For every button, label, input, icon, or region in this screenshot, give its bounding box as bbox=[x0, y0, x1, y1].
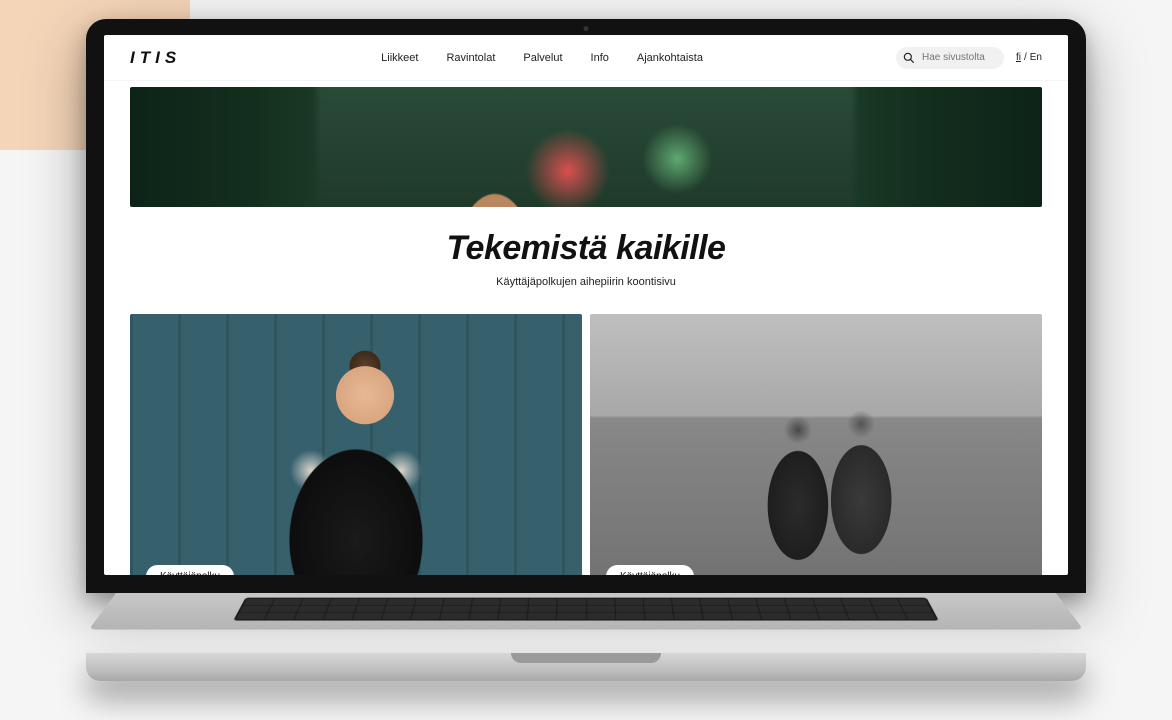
laptop-screen-bezel: ITIS Liikkeet Ravintolat Palvelut Info A… bbox=[86, 19, 1086, 593]
lang-fi[interactable]: fi bbox=[1016, 52, 1021, 63]
card-grid: Käyttäjäpolku Käyttäjäpolku bbox=[104, 314, 1068, 575]
language-switcher: fi / En bbox=[1016, 52, 1042, 63]
page-title: Tekemistä kaikille bbox=[104, 229, 1068, 268]
card-user-journey-2[interactable]: Käyttäjäpolku bbox=[590, 314, 1042, 575]
header-right-tools: fi / En bbox=[896, 47, 1042, 69]
laptop-keyboard bbox=[233, 598, 939, 621]
search-field-wrap[interactable] bbox=[896, 47, 1004, 69]
site-logo[interactable]: ITIS bbox=[130, 48, 181, 68]
laptop-base bbox=[86, 653, 1086, 681]
site-header: ITIS Liikkeet Ravintolat Palvelut Info A… bbox=[104, 35, 1068, 81]
card-badge[interactable]: Käyttäjäpolku bbox=[606, 565, 694, 575]
lang-separator: / bbox=[1024, 52, 1027, 63]
page-subtitle: Käyttäjäpolkujen aihepiirin koontisivu bbox=[104, 276, 1068, 288]
hero-image bbox=[130, 87, 1042, 207]
laptop-keyboard-deck bbox=[89, 593, 1083, 629]
nav-palvelut[interactable]: Palvelut bbox=[523, 52, 562, 64]
laptop-camera bbox=[584, 26, 589, 31]
laptop-screen: ITIS Liikkeet Ravintolat Palvelut Info A… bbox=[104, 35, 1068, 575]
nav-ajankohtaista[interactable]: Ajankohtaista bbox=[637, 52, 703, 64]
main-nav: Liikkeet Ravintolat Palvelut Info Ajanko… bbox=[381, 52, 703, 64]
card-user-journey-1[interactable]: Käyttäjäpolku bbox=[130, 314, 582, 575]
nav-ravintolat[interactable]: Ravintolat bbox=[446, 52, 495, 64]
title-section: Tekemistä kaikille Käyttäjäpolkujen aihe… bbox=[104, 207, 1068, 314]
search-input[interactable] bbox=[922, 52, 992, 63]
card-badge[interactable]: Käyttäjäpolku bbox=[146, 565, 234, 575]
lang-en[interactable]: En bbox=[1030, 52, 1042, 63]
nav-info[interactable]: Info bbox=[591, 52, 609, 64]
search-icon bbox=[902, 51, 916, 65]
laptop-mockup: ITIS Liikkeet Ravintolat Palvelut Info A… bbox=[86, 19, 1086, 681]
nav-liikkeet[interactable]: Liikkeet bbox=[381, 52, 418, 64]
